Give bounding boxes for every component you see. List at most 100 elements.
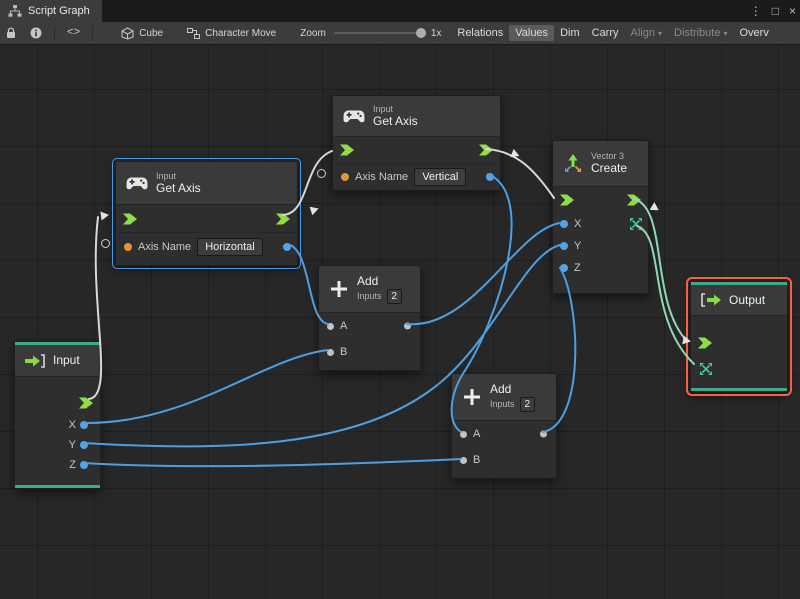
inputs-count-field[interactable]: 2	[386, 288, 403, 304]
node-graph-input[interactable]: Input X Y Z	[14, 341, 101, 489]
toolbar-button-distribute[interactable]: Distribute ▾	[668, 25, 733, 41]
param-row: Axis Name Horizontal	[116, 232, 297, 260]
toolbar-button-relations[interactable]: Relations	[451, 25, 509, 41]
character-move-icon	[187, 27, 201, 39]
node-header-text: Input Get Axis	[373, 104, 418, 129]
breadcrumb-cube[interactable]: Cube	[139, 28, 163, 39]
port-row-z: Z	[15, 455, 100, 475]
button-label: Values	[515, 27, 549, 39]
node-padding	[319, 365, 420, 370]
breadcrumb-character-move[interactable]: Character Move	[205, 28, 276, 39]
node-get-axis-vertical[interactable]: Input Get Axis Axis Name Vertical	[332, 95, 501, 191]
vector-in-port[interactable]	[699, 362, 713, 376]
close-icon[interactable]: ×	[789, 0, 796, 22]
node-get-axis-horizontal-selected[interactable]: Input Get Axis Axis Name Horizontal	[112, 158, 301, 269]
toolbar-separator	[54, 26, 55, 40]
vector-out-port[interactable]	[629, 217, 643, 231]
node-header: Add Inputs 2	[319, 266, 420, 313]
port-row-b: B	[319, 339, 420, 365]
port-row-y: Y	[15, 435, 100, 455]
port-label: X	[574, 218, 582, 230]
toolbar-button-overview[interactable]: Overv	[733, 25, 774, 41]
x-in-port[interactable]	[560, 220, 568, 228]
input-b-port[interactable]	[460, 456, 467, 464]
window-controls: ⋮ □ ×	[750, 0, 798, 22]
input-a-port[interactable]	[460, 430, 467, 438]
toolbar-button-dim[interactable]: Dim	[554, 25, 586, 41]
script-graph-window: Script Graph ⋮ □ × <> Cube Character Mov…	[0, 0, 800, 599]
zoom-slider[interactable]	[333, 27, 426, 39]
port-label: Z	[574, 262, 581, 274]
flow-out-port[interactable]	[479, 144, 493, 156]
value-out-port[interactable]	[283, 242, 291, 251]
node-graph-output-selected[interactable]: Output	[686, 277, 792, 396]
zoom-slider-handle[interactable]	[415, 28, 426, 38]
button-label: Carry	[591, 27, 619, 39]
node-title: Get Axis	[156, 180, 201, 195]
port-label: Z	[69, 459, 76, 471]
tab-bar: Script Graph ⋮ □ ×	[0, 0, 800, 22]
zoom-slider-track	[333, 32, 426, 34]
node-add-1[interactable]: Add Inputs 2 A B	[318, 265, 421, 371]
graph-toolbar: <> Cube Character Move Zoom 1x Relations…	[0, 22, 800, 45]
toolbar-button-carry[interactable]: Carry	[586, 25, 625, 41]
y-out-port[interactable]	[80, 441, 88, 449]
flow-in-port[interactable]	[123, 213, 137, 224]
plus-icon	[464, 389, 480, 405]
node-header-text: Add Inputs 2	[490, 382, 536, 412]
axis-name-in-port[interactable]	[124, 242, 132, 251]
flow-port-row	[691, 330, 787, 356]
axis-name-field[interactable]: Horizontal	[197, 237, 263, 256]
node-title: Create	[591, 161, 628, 176]
y-in-port[interactable]	[560, 242, 568, 250]
button-label: Dim	[560, 27, 580, 39]
chevron-down-icon: ▾	[657, 28, 662, 38]
input-b-port[interactable]	[327, 348, 334, 356]
graph-output-icon	[701, 293, 721, 307]
sum-out-port[interactable]	[404, 322, 411, 330]
flow-in-port[interactable]	[698, 337, 712, 349]
inputs-count-field[interactable]: 2	[519, 396, 536, 412]
value-out-port[interactable]	[486, 173, 494, 181]
node-title: Get Axis	[373, 113, 418, 128]
sum-out-port[interactable]	[540, 430, 547, 438]
port-label: B	[340, 346, 348, 358]
flow-out-port[interactable]	[79, 397, 93, 409]
node-title: Add	[490, 382, 512, 397]
maximize-icon[interactable]: □	[772, 0, 779, 22]
z-in-port[interactable]	[560, 264, 568, 272]
node-category: Vector 3	[591, 151, 625, 162]
node-vector3-create[interactable]: Vector 3 Create X Y Z	[552, 140, 649, 294]
node-header: Input	[15, 345, 100, 377]
node-header-text: Add Inputs 2	[357, 274, 403, 304]
flow-out-port[interactable]	[276, 213, 290, 224]
info-icon[interactable]	[30, 27, 42, 39]
z-out-port[interactable]	[80, 461, 88, 469]
code-view-icon[interactable]: <>	[67, 27, 80, 39]
tab-script-graph[interactable]: Script Graph	[0, 0, 102, 22]
flow-in-port[interactable]	[560, 194, 574, 206]
node-header: Input Get Axis	[116, 162, 297, 205]
port-label: A	[473, 428, 481, 440]
port-label: B	[473, 454, 481, 466]
x-out-port[interactable]	[80, 421, 88, 429]
port-label: X	[68, 419, 76, 431]
unconnected-port-indicator	[101, 239, 110, 248]
port-row-x: X	[15, 415, 100, 435]
flow-in-port[interactable]	[340, 144, 354, 156]
axis-name-field[interactable]: Vertical	[414, 168, 467, 186]
lock-icon[interactable]	[6, 27, 16, 39]
tab-title: Script Graph	[28, 5, 90, 17]
input-a-port[interactable]	[327, 322, 334, 330]
flow-out-port[interactable]	[627, 194, 641, 206]
menu-icon[interactable]: ⋮	[750, 0, 762, 22]
node-add-2[interactable]: Add Inputs 2 A B	[451, 373, 557, 479]
inputs-label: Inputs	[357, 291, 382, 302]
inputs-line: Inputs 2	[357, 288, 403, 304]
port-row-y: Y	[553, 235, 648, 257]
toolbar-button-align[interactable]: Align ▾	[625, 25, 668, 41]
button-label: Align	[630, 27, 655, 39]
node-padding	[116, 260, 297, 265]
toolbar-button-values[interactable]: Values	[509, 25, 555, 41]
axis-name-in-port[interactable]	[341, 173, 349, 181]
